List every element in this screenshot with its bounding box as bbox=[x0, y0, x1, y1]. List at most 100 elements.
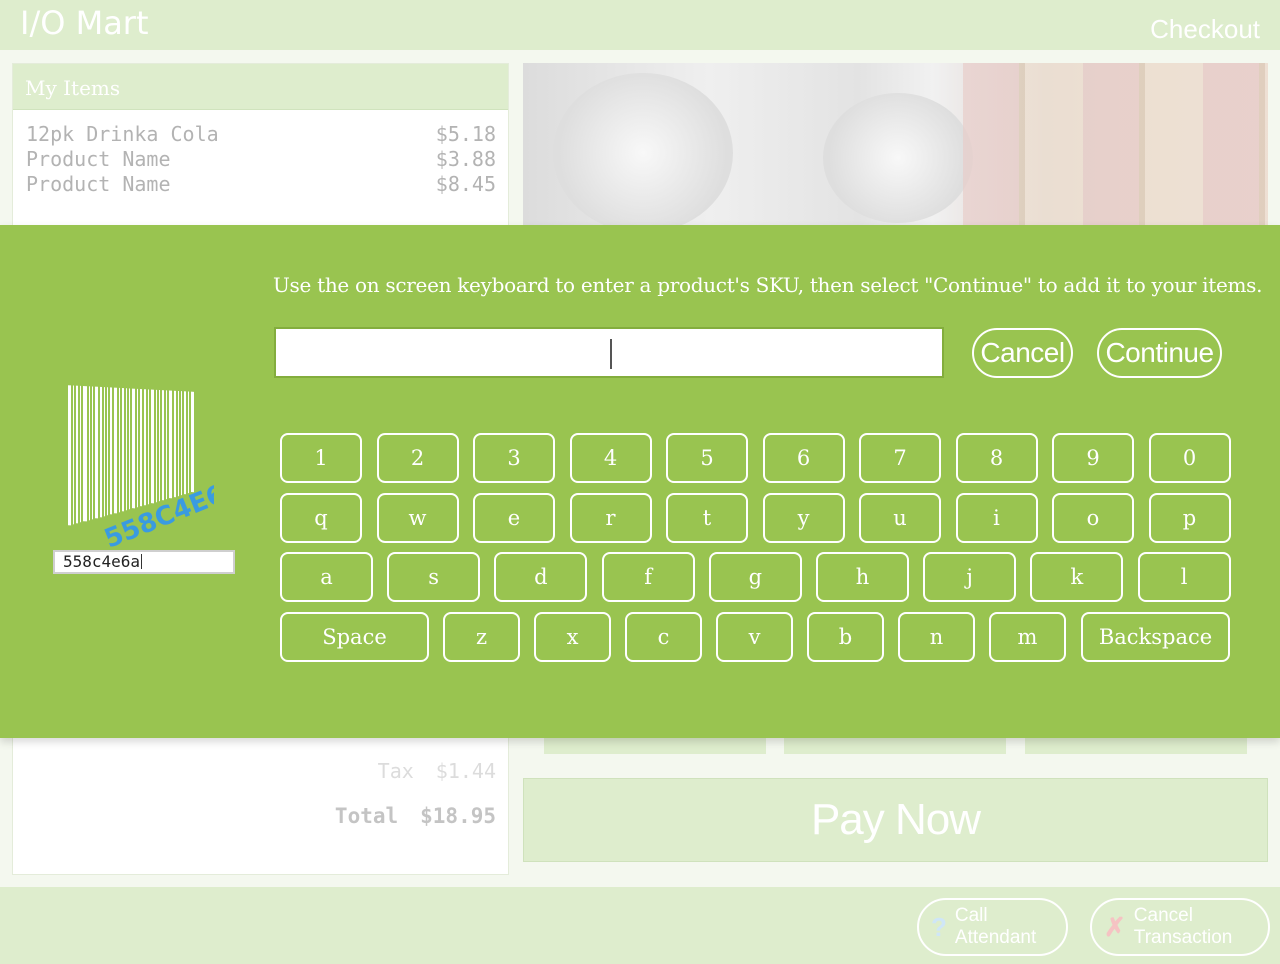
key-g[interactable]: g bbox=[708, 552, 802, 602]
key-s[interactable]: s bbox=[387, 552, 481, 602]
key-space[interactable]: Space bbox=[280, 612, 429, 662]
tax-label: Tax bbox=[377, 759, 414, 783]
text-caret bbox=[610, 339, 612, 369]
product-tile[interactable] bbox=[544, 738, 766, 754]
barcode-stripe bbox=[119, 387, 120, 513]
key-1[interactable]: 1 bbox=[280, 433, 362, 483]
sku-instructions: Use the on screen keyboard to enter a pr… bbox=[273, 273, 1263, 297]
key-2[interactable]: 2 bbox=[376, 433, 459, 483]
item-name: Product Name bbox=[26, 172, 171, 196]
key-p[interactable]: p bbox=[1148, 493, 1231, 543]
key-8[interactable]: 8 bbox=[955, 433, 1038, 483]
tax-row: Tax $1.44 bbox=[13, 759, 496, 783]
barcode-stripe bbox=[110, 387, 112, 515]
section-title: Checkout bbox=[1150, 14, 1260, 44]
key-y[interactable]: y bbox=[762, 493, 845, 543]
barcode-stripe bbox=[114, 387, 117, 514]
barcode-stripe bbox=[68, 385, 71, 526]
barcode-icon: 558C4E6A bbox=[68, 385, 214, 555]
barcode-printed-text: 558C4E6A bbox=[100, 472, 214, 555]
product-tile[interactable] bbox=[784, 738, 1006, 754]
key-f[interactable]: f bbox=[601, 552, 695, 602]
barcode-stripe bbox=[159, 389, 160, 502]
barcode-stripe bbox=[188, 391, 189, 494]
footer-bar: ? Call Attendant ✗ Cancel Transaction bbox=[0, 887, 1280, 964]
barcode-stripe bbox=[137, 388, 138, 508]
question-icon: ? bbox=[931, 911, 947, 942]
key-n[interactable]: n bbox=[898, 612, 975, 662]
key-t[interactable]: t bbox=[666, 493, 748, 543]
barcode-stripe bbox=[83, 385, 87, 522]
key-a[interactable]: a bbox=[280, 552, 373, 602]
key-4[interactable]: 4 bbox=[569, 433, 652, 483]
key-backspace[interactable]: Backspace bbox=[1081, 612, 1230, 662]
barcode-stripe bbox=[95, 386, 98, 519]
barcode-stripe bbox=[144, 389, 146, 506]
key-o[interactable]: o bbox=[1052, 493, 1134, 543]
key-5[interactable]: 5 bbox=[666, 433, 748, 483]
barcode-field-value: 558c4e6a bbox=[63, 552, 141, 571]
barcode-stripe bbox=[76, 385, 78, 524]
item-name: Product Name bbox=[26, 147, 171, 171]
key-r[interactable]: r bbox=[569, 493, 652, 543]
list-item[interactable]: Product Name $8.45 bbox=[13, 172, 508, 197]
list-item[interactable]: Product Name $3.88 bbox=[13, 147, 508, 172]
key-j[interactable]: j bbox=[923, 552, 1017, 602]
item-price: $3.88 bbox=[435, 147, 496, 171]
key-u[interactable]: u bbox=[859, 493, 941, 543]
key-0[interactable]: 0 bbox=[1148, 433, 1231, 483]
camera-shelf-shape bbox=[963, 63, 1268, 233]
key-q[interactable]: q bbox=[280, 493, 362, 543]
top-bar: I/O Mart Checkout bbox=[0, 0, 1280, 50]
item-list: 12pk Drinka Cola $5.18 Product Name $3.8… bbox=[13, 110, 508, 197]
key-6[interactable]: 6 bbox=[762, 433, 845, 483]
key-w[interactable]: w bbox=[376, 493, 459, 543]
total-row: Total $18.95 bbox=[13, 804, 496, 828]
key-e[interactable]: e bbox=[473, 493, 555, 543]
call-attendant-button[interactable]: ? Call Attendant bbox=[917, 898, 1068, 956]
barcode-stripe bbox=[100, 386, 102, 518]
key-3[interactable]: 3 bbox=[473, 433, 555, 483]
sku-input[interactable] bbox=[274, 327, 944, 378]
key-9[interactable]: 9 bbox=[1052, 433, 1134, 483]
item-name: 12pk Drinka Cola bbox=[26, 122, 219, 146]
camera-bag-shape bbox=[553, 73, 733, 233]
barcode-stripe bbox=[174, 390, 176, 498]
key-l[interactable]: l bbox=[1137, 552, 1231, 602]
key-m[interactable]: m bbox=[989, 612, 1066, 662]
sku-entry-modal: Use the on screen keyboard to enter a pr… bbox=[0, 225, 1280, 738]
app-title: I/O Mart bbox=[20, 4, 149, 42]
key-v[interactable]: v bbox=[716, 612, 793, 662]
barcode-stripe bbox=[140, 388, 142, 507]
key-x[interactable]: x bbox=[534, 612, 611, 662]
key-b[interactable]: b bbox=[807, 612, 884, 662]
tax-value: $1.44 bbox=[435, 759, 496, 783]
key-d[interactable]: d bbox=[494, 552, 588, 602]
key-z[interactable]: z bbox=[443, 612, 520, 662]
barcode-stripe bbox=[169, 390, 172, 499]
barcode-stripe bbox=[92, 386, 93, 520]
key-h[interactable]: h bbox=[816, 552, 909, 602]
barcode-stripe bbox=[107, 387, 108, 516]
barcode-text-field[interactable]: 558c4e6a bbox=[53, 550, 235, 574]
total-value: $18.95 bbox=[420, 804, 496, 828]
cancel-transaction-button[interactable]: ✗ Cancel Transaction bbox=[1090, 898, 1270, 956]
cancel-transaction-label: Cancel Transaction bbox=[1133, 905, 1233, 948]
barcode-stripe bbox=[166, 390, 167, 500]
camera-view bbox=[523, 63, 1268, 233]
list-item[interactable]: 12pk Drinka Cola $5.18 bbox=[13, 122, 508, 147]
key-7[interactable]: 7 bbox=[859, 433, 941, 483]
barcode-stripe bbox=[156, 389, 157, 503]
pay-now-button[interactable]: Pay Now bbox=[523, 778, 1268, 862]
key-c[interactable]: c bbox=[625, 612, 702, 662]
barcode-stripe bbox=[89, 386, 90, 521]
item-price: $5.18 bbox=[435, 122, 496, 146]
continue-button[interactable]: Continue bbox=[1097, 328, 1222, 378]
product-tile[interactable] bbox=[1025, 738, 1247, 754]
barcode-stripe bbox=[191, 391, 194, 493]
key-i[interactable]: i bbox=[955, 493, 1038, 543]
barcode-stripe bbox=[148, 389, 149, 505]
x-icon: ✗ bbox=[1104, 911, 1126, 942]
key-k[interactable]: k bbox=[1030, 552, 1124, 602]
cancel-button[interactable]: Cancel bbox=[972, 328, 1073, 378]
